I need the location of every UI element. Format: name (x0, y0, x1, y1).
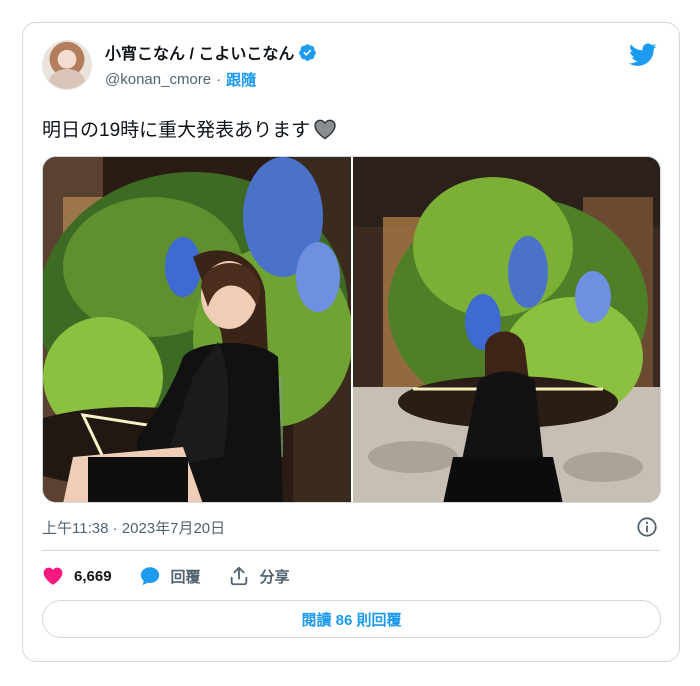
tweet-card: 小宵こなん / こよいこなん @konan_cmore · 跟隨 明日の19時に… (22, 22, 680, 662)
share-button[interactable]: 分享 (228, 565, 290, 587)
photo-1[interactable] (43, 157, 351, 502)
tweet-text: 明日の19時に重大発表あります (42, 115, 337, 142)
share-icon (230, 566, 247, 586)
share-label: 分享 (259, 568, 290, 586)
timestamp[interactable]: 上午11:38 · 2023年7月20日 (42, 517, 225, 538)
verified-badge-icon (299, 43, 317, 61)
read-replies-button[interactable]: 閱讀 86 則回覆 (42, 600, 661, 638)
reply-button[interactable]: 回覆 (139, 565, 201, 587)
divider (42, 550, 660, 551)
handle-row: @konan_cmore · 跟隨 (105, 69, 256, 90)
follow-link[interactable]: 跟隨 (226, 69, 256, 90)
like-count: 6,669 (74, 567, 112, 585)
grey-heart-icon (314, 119, 336, 139)
twitter-bird-icon[interactable] (629, 43, 657, 67)
reply-bubble-icon (140, 567, 159, 586)
separator: · (216, 71, 222, 88)
reply-label: 回覆 (170, 568, 201, 586)
action-bar: 6,669 回覆 分享 (42, 564, 317, 588)
tweet-body: 明日の19時に重大発表あります (42, 120, 311, 141)
display-name[interactable]: 小宵こなん / こよいこなん (105, 40, 294, 64)
info-icon[interactable] (636, 516, 658, 538)
media-grid (42, 156, 661, 503)
like-button[interactable]: 6,669 (42, 565, 112, 587)
heart-icon (43, 567, 63, 585)
photo-2[interactable] (353, 157, 660, 502)
avatar[interactable] (42, 40, 92, 90)
author-name-row: 小宵こなん / こよいこなん (105, 41, 317, 63)
handle[interactable]: @konan_cmore (105, 71, 211, 88)
